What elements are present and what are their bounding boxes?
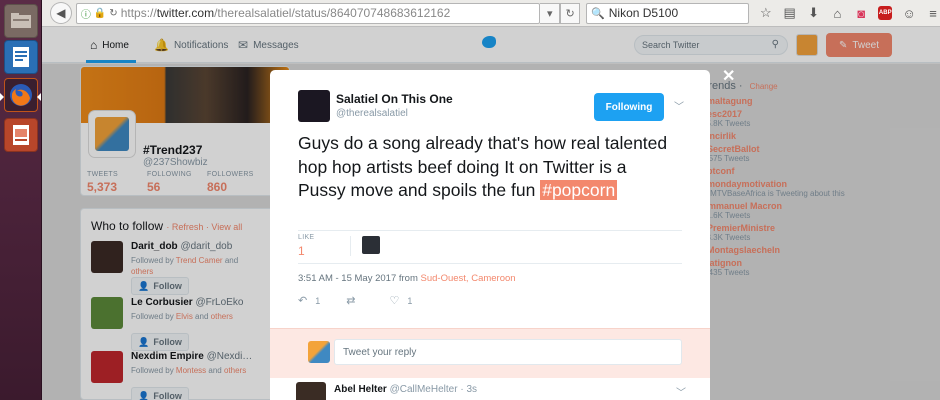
divider (298, 230, 682, 231)
launcher (0, 0, 42, 400)
like-count: 1 (407, 295, 413, 306)
impress-app-icon[interactable] (4, 118, 38, 152)
likes-separator (350, 236, 351, 256)
files-app-icon[interactable] (4, 4, 38, 38)
reply-action[interactable]: ↶ 1 (298, 294, 320, 307)
reply-avatar[interactable] (296, 382, 326, 400)
firefox-app-icon[interactable] (4, 78, 38, 112)
tweet-actions: ↶ 1 ⇄ ♡ 1 (298, 294, 438, 307)
adblock-icon[interactable]: ABP (878, 6, 893, 20)
likes-label[interactable]: LIKE (298, 234, 314, 241)
chevron-down-icon[interactable]: ﹀ (674, 98, 684, 113)
active-indicator (0, 93, 4, 101)
likes-count[interactable]: 1 (298, 244, 305, 258)
reply-box: Tweet your reply (270, 328, 710, 378)
close-icon[interactable]: ✕ (722, 66, 735, 86)
search-value: Nikon D5100 (608, 6, 679, 20)
url-dropdown-button[interactable]: ▾ (540, 2, 561, 24)
tweet-modal: Salatiel On This One @therealsalatiel Fo… (270, 70, 710, 400)
search-icon: 🔍 (591, 7, 605, 20)
reply-tweet[interactable]: Abel Helter @CallMeHelter · 3s ﹀ (270, 378, 710, 400)
menu-icon[interactable]: ≡ (926, 6, 940, 21)
tweet-meta: 3:51 AM - 15 May 2017 from Sud-Ouest, Ca… (298, 273, 516, 284)
chat-icon[interactable]: ☺ (902, 6, 916, 21)
author-handle[interactable]: @therealsalatiel (336, 108, 408, 119)
url-path: /therealsalatiel/status/8640707486836121… (214, 6, 451, 20)
divider (298, 263, 682, 264)
like-action[interactable]: ♡ 1 (389, 294, 412, 307)
reload-icon[interactable]: ↻ (109, 8, 117, 19)
bookmark-star-icon[interactable]: ☆ (759, 5, 773, 21)
url-bar[interactable]: ⓘ 🔒 ↻ https://twitter.com/therealsalatie… (75, 2, 541, 24)
info-icon[interactable]: ⓘ (81, 6, 91, 21)
reply-placeholder: Tweet your reply (343, 346, 417, 358)
url-prefix: https:// (120, 6, 157, 20)
following-button[interactable]: Following (594, 93, 664, 121)
reply-input[interactable]: Tweet your reply (334, 339, 682, 365)
timestamp: 3:51 AM - 15 May 2017 from (298, 273, 418, 284)
downloads-icon[interactable]: ⬇ (807, 5, 821, 21)
reply-chevron-down-icon[interactable]: ﹀ (676, 384, 686, 399)
reply-icon: ↶ (298, 295, 308, 307)
writer-app-icon[interactable] (4, 40, 38, 74)
browser-toolbar: ◀ ⓘ 🔒 ↻ https://twitter.com/therealsalat… (42, 0, 940, 27)
author-avatar[interactable] (298, 90, 330, 122)
liker-avatar[interactable] (362, 236, 380, 254)
focus-indicator (37, 93, 41, 101)
retweet-action[interactable]: ⇄ (346, 294, 363, 307)
home-icon[interactable]: ⌂ (831, 6, 845, 21)
retweet-icon: ⇄ (346, 295, 356, 307)
reply-author[interactable]: Abel Helter @CallMeHelter · 3s (334, 384, 477, 395)
hashtag-link[interactable]: #popcorn (540, 180, 618, 200)
heart-icon: ♡ (389, 295, 400, 307)
pocket-icon[interactable]: ◙ (854, 6, 868, 21)
back-button[interactable]: ◀ (50, 2, 72, 24)
url-host: twitter.com (156, 6, 215, 20)
author-name[interactable]: Salatiel On This One (336, 92, 453, 106)
lock-icon: 🔒 (93, 7, 107, 19)
location-link[interactable]: Sud-Ouest, Cameroon (421, 273, 516, 284)
search-input[interactable]: 🔍 Nikon D5100 (586, 2, 749, 24)
page-reload-button[interactable]: ↻ (560, 2, 581, 24)
user-avatar (308, 341, 330, 363)
reading-list-icon[interactable]: ▤ (783, 5, 797, 21)
reply-count: 1 (315, 295, 321, 306)
tweet-text: Guys do a song already that's how real t… (298, 132, 678, 203)
